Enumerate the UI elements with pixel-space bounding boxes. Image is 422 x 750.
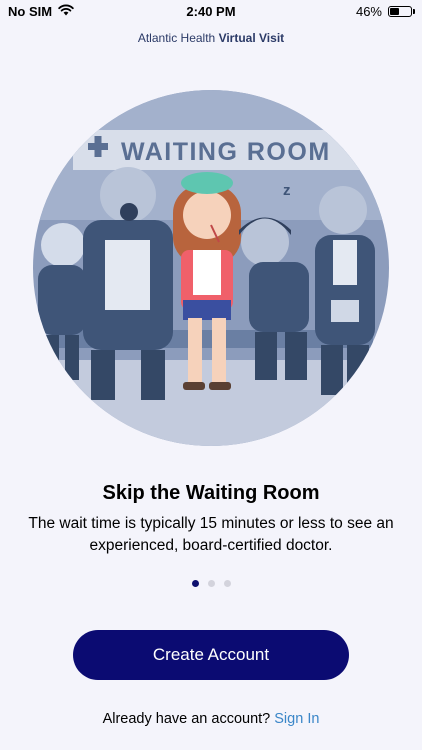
battery-percent: 46% [355,4,382,19]
signin-row: Already have an account? Sign In [0,711,422,727]
sign-text: WAITING ROOM [121,138,331,166]
status-bar: No SIM 2:40 PM 46% [0,0,422,24]
sleep-z-text: z [283,182,291,199]
onboarding-description: The wait time is typically 15 minutes or… [28,515,394,554]
illustration-svg: WAITING ROOM z [33,90,389,446]
battery-level [390,8,399,15]
battery-icon [388,6,415,17]
page-dot[interactable] [207,580,215,587]
brand-header: Atlantic Health Virtual Visit [0,31,422,45]
page-indicator[interactable] [0,580,422,587]
status-right: 46% [355,4,415,19]
create-account-button[interactable]: Create Account [73,630,349,680]
brand-name: Atlantic Health [137,31,216,45]
signin-prompt: Already have an account? [102,711,271,727]
page-dot[interactable] [223,580,231,587]
sign-in-link[interactable]: Sign In [274,711,319,727]
onboarding-title: Skip the Waiting Room [102,482,320,504]
waiting-room-illustration: WAITING ROOM z [33,90,389,446]
page-dot[interactable] [191,580,199,587]
brand-product: Virtual Visit [218,31,285,45]
